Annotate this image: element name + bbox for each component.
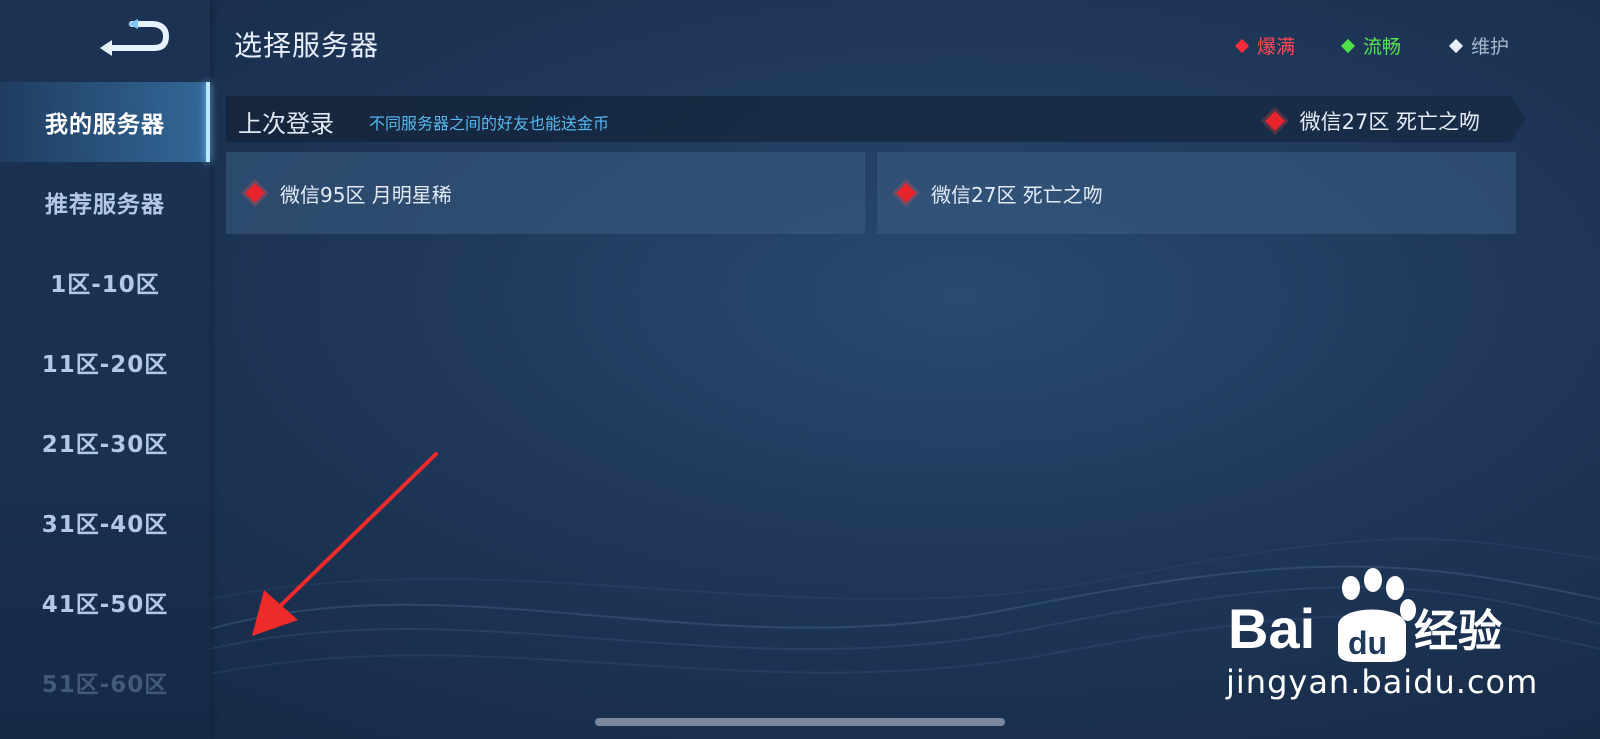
server-card[interactable]: 微信95区 月明星稀 [226, 152, 865, 234]
page-title: 选择服务器 [234, 29, 380, 62]
sidebar-item-label: 11区-20区 [41, 352, 169, 378]
sidebar-item-zone-41-50[interactable]: 41区-50区 [0, 562, 210, 642]
svg-text:经验: 经验 [1414, 606, 1502, 657]
diamond-icon [896, 183, 916, 203]
legend-full: 爆满 [1234, 32, 1296, 59]
sidebar-item-zone-21-30[interactable]: 21区-30区 [0, 402, 210, 482]
diamond-icon [245, 183, 265, 203]
sidebar-item-label: 推荐服务器 [45, 192, 165, 218]
sidebar-item-label: 31区-40区 [41, 512, 169, 538]
sidebar-item-zone-51-60[interactable]: 51区-60区 [0, 642, 210, 722]
last-login-hint: 不同服务器之间的好友也能送金币 [369, 114, 610, 133]
sidebar: 我的服务器 推荐服务器 1区-10区 11区-20区 21区-30区 31区-4… [0, 0, 210, 739]
sidebar-item-recommended[interactable]: 推荐服务器 [0, 162, 210, 242]
sidebar-item-zone-31-40[interactable]: 31区-40区 [0, 482, 210, 562]
sidebar-item-zone-1-10[interactable]: 1区-10区 [0, 242, 210, 322]
diamond-icon [1340, 38, 1356, 53]
watermark-url: jingyan.baidu.com [1226, 663, 1539, 701]
legend-maintenance: 维护 [1448, 32, 1510, 59]
legend-label: 维护 [1471, 36, 1510, 58]
server-name: 微信27区 死亡之吻 [931, 182, 1103, 207]
back-arrow-icon[interactable] [98, 18, 170, 60]
diamond-icon [1448, 38, 1464, 53]
sidebar-item-label: 我的服务器 [45, 112, 165, 138]
server-card[interactable]: 微信27区 死亡之吻 [877, 152, 1516, 234]
last-login-label: 上次登录 [238, 110, 334, 138]
svg-text:du: du [1348, 625, 1387, 661]
last-login-server[interactable]: 微信27区 死亡之吻 [1264, 106, 1480, 136]
sidebar-item-zone-11-20[interactable]: 11区-20区 [0, 322, 210, 402]
sidebar-item-label: 41区-50区 [41, 592, 169, 618]
sidebar-item-label: 51区-60区 [41, 672, 169, 698]
annotation-arrow-icon [252, 452, 438, 636]
diamond-icon [1264, 111, 1285, 131]
sidebar-item-my-servers[interactable]: 我的服务器 [0, 82, 210, 162]
legend-label: 流畅 [1363, 36, 1402, 58]
diamond-icon [1234, 38, 1250, 53]
baidu-watermark-logo: Bai du 经验 [1228, 568, 1502, 662]
svg-text:Bai: Bai [1228, 597, 1315, 660]
sidebar-item-label: 21区-30区 [41, 432, 169, 458]
server-name: 微信95区 月明星稀 [280, 182, 452, 207]
legend-label: 爆满 [1257, 36, 1296, 58]
legend-smooth: 流畅 [1340, 32, 1402, 59]
sidebar-item-label: 1区-10区 [50, 272, 160, 298]
home-indicator[interactable] [595, 718, 1005, 726]
last-login-server-name: 微信27区 死亡之吻 [1299, 110, 1480, 134]
